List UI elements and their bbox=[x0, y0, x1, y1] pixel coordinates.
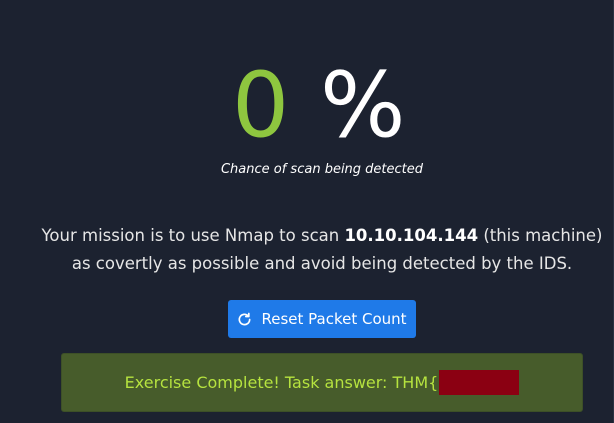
refresh-icon bbox=[239, 312, 251, 325]
reset-button-label: Reset Packet Count bbox=[261, 310, 407, 328]
mission-line1-suffix: (this machine) bbox=[478, 226, 603, 245]
detection-value: 0 bbox=[232, 53, 290, 158]
mission-text: Your mission is to use Nmap to scan 10.1… bbox=[0, 222, 614, 278]
percent-sign: % bbox=[320, 53, 406, 158]
target-ip: 10.10.104.144 bbox=[344, 226, 479, 245]
redacted-answer bbox=[439, 370, 520, 395]
task-answer-text: Exercise Complete! Task answer: THM{ bbox=[124, 373, 439, 392]
reset-packet-count-button[interactable]: Reset Packet Count bbox=[228, 300, 416, 338]
detection-percentage: 0 % bbox=[0, 58, 614, 154]
mission-line2: as covertly as possible and avoid being … bbox=[71, 254, 573, 273]
detection-caption: Chance of scan being detected bbox=[220, 162, 424, 177]
mission-line1-prefix: Your mission is to use Nmap to scan bbox=[41, 226, 345, 245]
exercise-complete-banner: Exercise Complete! Task answer: THM{ bbox=[61, 353, 583, 412]
scan-page: 0 % Chance of scan being detected Your m… bbox=[0, 0, 614, 423]
